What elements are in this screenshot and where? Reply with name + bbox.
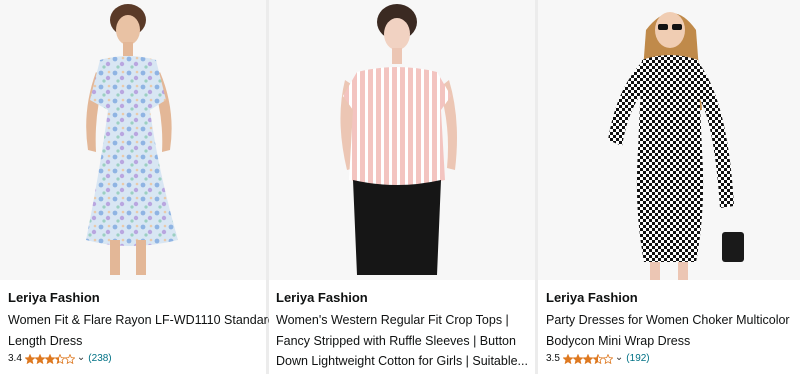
product-brand[interactable]: Leriya Fashion bbox=[276, 290, 368, 306]
product-title-line: Bodycon Mini Wrap Dress bbox=[546, 333, 691, 348]
product-card[interactable]: Leriya Fashion Party Dresses for Women C… bbox=[538, 0, 800, 374]
product-grid: Leriya Fashion Women Fit & Flare Rayon L… bbox=[0, 0, 800, 374]
product-image[interactable] bbox=[538, 0, 800, 280]
star-icon bbox=[64, 354, 75, 364]
product-title[interactable]: Party Dresses for Women Choker Multicolo… bbox=[546, 310, 790, 351]
star-icon bbox=[592, 354, 603, 364]
product-title-line: Length Dress bbox=[8, 333, 83, 348]
star-rating-icon bbox=[24, 354, 75, 364]
product-rating[interactable]: 3.5 ⌄ (192) bbox=[546, 352, 650, 366]
striped-crop-top-photo bbox=[340, 4, 457, 275]
product-title-line: Party Dresses for Women Choker Multicolo… bbox=[546, 313, 790, 327]
product-title-line: Women's Western Regular Fit Crop Tops | bbox=[276, 313, 509, 327]
chevron-down-icon[interactable]: ⌄ bbox=[615, 351, 623, 365]
floral-wrap-dress-photo bbox=[86, 4, 178, 275]
rating-value: 3.4 bbox=[8, 353, 22, 364]
product-title[interactable]: Women Fit & Flare Rayon LF-WD1110 Standa… bbox=[8, 310, 275, 351]
chevron-down-icon[interactable]: ⌄ bbox=[77, 351, 85, 365]
product-title-line: Down Lightweight Cotton for Girls | Suit… bbox=[276, 354, 528, 368]
rating-value: 3.5 bbox=[546, 353, 560, 364]
product-image[interactable] bbox=[269, 0, 535, 280]
star-icon bbox=[34, 354, 45, 364]
star-icon bbox=[562, 354, 573, 364]
star-rating-icon bbox=[562, 354, 613, 364]
star-icon bbox=[582, 354, 593, 364]
star-icon bbox=[54, 354, 65, 364]
product-image[interactable] bbox=[0, 0, 266, 280]
product-title-line: Women Fit & Flare Rayon LF-WD1110 Standa… bbox=[8, 313, 275, 327]
product-card[interactable]: Leriya Fashion Women Fit & Flare Rayon L… bbox=[0, 0, 275, 374]
product-brand[interactable]: Leriya Fashion bbox=[8, 290, 100, 306]
houndstooth-bodycon-dress-photo bbox=[608, 12, 744, 280]
star-icon bbox=[572, 354, 583, 364]
product-rating[interactable]: 3.4 ⌄ (238) bbox=[8, 352, 112, 366]
star-icon bbox=[602, 354, 613, 364]
star-icon bbox=[24, 354, 35, 364]
product-card[interactable]: Leriya Fashion Women's Western Regular F… bbox=[269, 0, 535, 374]
product-title-line: Fancy Stripped with Ruffle Sleeves | But… bbox=[276, 333, 516, 348]
review-count-link[interactable]: (192) bbox=[626, 352, 649, 366]
star-icon bbox=[44, 354, 55, 364]
product-title[interactable]: Women's Western Regular Fit Crop Tops | … bbox=[276, 310, 528, 372]
review-count-link[interactable]: (238) bbox=[88, 352, 111, 366]
product-brand[interactable]: Leriya Fashion bbox=[546, 290, 638, 306]
